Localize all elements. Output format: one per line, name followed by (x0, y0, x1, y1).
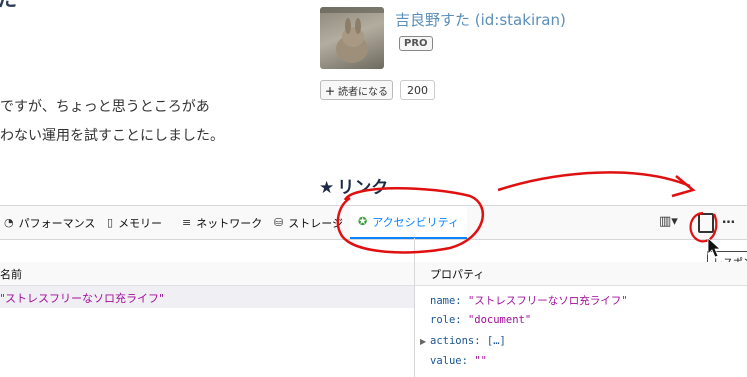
annotation-circle-accessibility (336, 187, 485, 254)
annotation-arrow (497, 171, 691, 192)
annotation-overlay (336, 171, 722, 258)
annotation-circle-responsive (689, 211, 718, 243)
mouse-cursor-icon (707, 237, 722, 258)
annotation-arrowhead (671, 175, 696, 198)
